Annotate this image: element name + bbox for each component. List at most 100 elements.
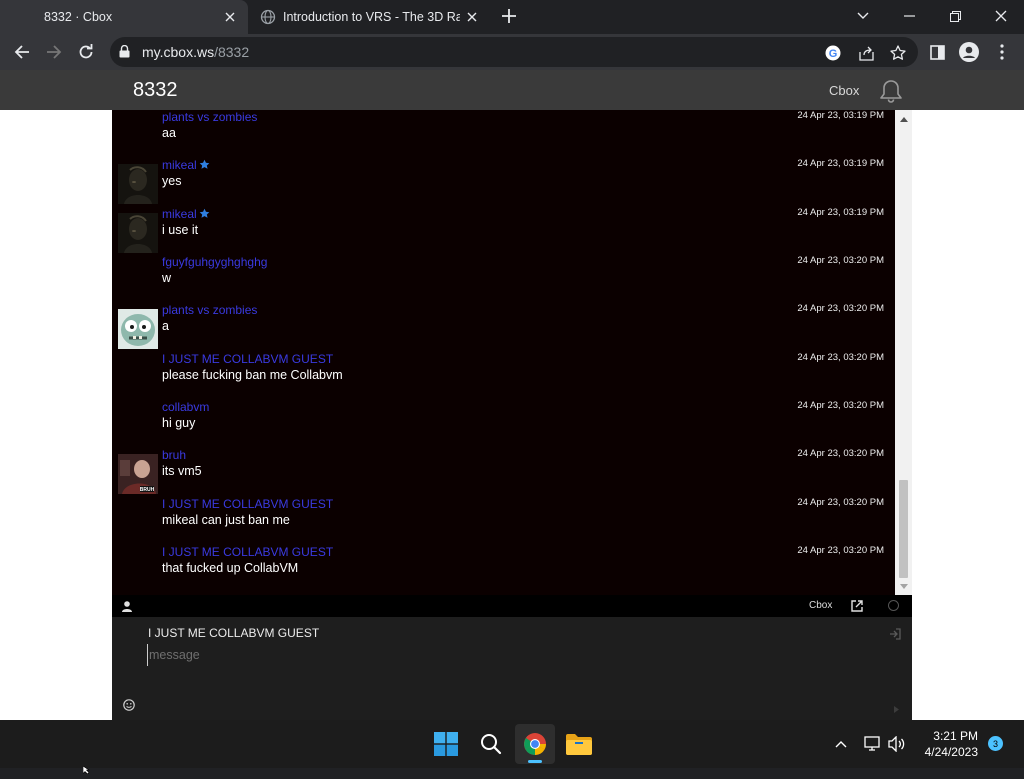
tab-cbox[interactable]: 8332 · Cbox: [0, 0, 248, 34]
message-author[interactable]: mikeal: [162, 158, 210, 172]
user-icon[interactable]: [122, 599, 132, 617]
tab-title: Introduction to VRS - The 3D Rac: [283, 10, 460, 24]
scroll-down-arrow-icon[interactable]: [895, 579, 912, 593]
message-text: hi guy: [162, 416, 196, 430]
chrome-icon: [524, 733, 546, 755]
bookmark-star-icon[interactable]: [888, 43, 908, 63]
message-author[interactable]: mikeal: [162, 207, 210, 221]
author-name[interactable]: I JUST ME COLLABVM GUEST: [162, 352, 333, 366]
author-name[interactable]: fguyfguhgyghghghg: [162, 255, 267, 269]
author-name[interactable]: bruh: [162, 448, 186, 462]
site-header: 8332 Cbox: [0, 70, 1024, 110]
message-text: yes: [162, 174, 182, 188]
message-timestamp: 24 Apr 23, 03:19 PM: [797, 158, 884, 169]
file-explorer-button[interactable]: [559, 724, 599, 764]
message-list[interactable]: plants vs zombies 24 Apr 23, 03:19 PM aa mi…: [112, 110, 895, 595]
cbox-brand-link[interactable]: Cbox: [809, 600, 832, 611]
message-text: w: [162, 271, 172, 285]
network-icon[interactable]: [862, 734, 882, 754]
send-arrow-icon[interactable]: [894, 700, 899, 718]
author-name[interactable]: I JUST ME COLLABVM GUEST: [162, 497, 333, 511]
emoji-icon[interactable]: [123, 698, 135, 716]
message-row: I JUST ME COLLABVM GUEST 24 Apr 23, 03:20…: [112, 352, 895, 398]
new-tab-button[interactable]: [498, 5, 520, 27]
avatar[interactable]: BRUH: [118, 454, 158, 494]
svg-text:G: G: [829, 48, 838, 60]
message-text: please fucking ban me Collabvm: [162, 368, 343, 382]
popout-icon[interactable]: [851, 599, 863, 617]
message-author[interactable]: I JUST ME COLLABVM GUEST: [162, 352, 333, 366]
chat-box: plants vs zombies 24 Apr 23, 03:19 PM aa mi…: [112, 110, 912, 720]
scroll-up-arrow-icon[interactable]: [895, 112, 912, 126]
reload-button[interactable]: [74, 40, 98, 64]
cbox-link[interactable]: Cbox: [829, 83, 859, 98]
avatar[interactable]: [118, 164, 158, 204]
author-name[interactable]: plants vs zombies: [162, 303, 257, 317]
google-icon[interactable]: G: [823, 43, 843, 63]
message-author[interactable]: I JUST ME COLLABVM GUEST: [162, 497, 333, 511]
message-author[interactable]: fguyfguhgyghghghg: [162, 255, 267, 269]
page-title: 8332: [133, 79, 178, 101]
tray-chevron-icon[interactable]: [831, 734, 851, 754]
taskbar-clock[interactable]: 3:21 PM 4/24/2023: [908, 728, 978, 760]
author-name[interactable]: mikeal: [162, 158, 197, 172]
volume-icon[interactable]: [887, 734, 907, 754]
url-text: my.cbox.ws/8332: [142, 44, 250, 60]
tab-title: 8332 · Cbox: [44, 10, 113, 24]
message-row: mikeal 24 Apr 23, 03:19 PM i use it: [112, 207, 895, 253]
back-button[interactable]: [10, 40, 34, 64]
close-window-button[interactable]: [978, 0, 1024, 32]
profile-icon[interactable]: [958, 41, 980, 63]
message-row: mikeal 24 Apr 23, 03:19 PM yes: [112, 158, 895, 204]
search-button[interactable]: [471, 724, 511, 764]
message-row: I JUST ME COLLABVM GUEST 24 Apr 23, 03:20…: [112, 497, 895, 543]
username-label[interactable]: I JUST ME COLLABVM GUEST: [148, 626, 319, 640]
author-name[interactable]: I JUST ME COLLABVM GUEST: [162, 545, 333, 559]
author-name[interactable]: mikeal: [162, 207, 197, 221]
message-timestamp: 24 Apr 23, 03:20 PM: [797, 400, 884, 411]
message-input[interactable]: [147, 644, 847, 666]
avatar[interactable]: [118, 213, 158, 253]
restore-button[interactable]: [932, 0, 978, 32]
message-timestamp: 24 Apr 23, 03:20 PM: [797, 545, 884, 556]
message-author[interactable]: collabvm: [162, 400, 209, 414]
tab-vrs[interactable]: Introduction to VRS - The 3D Rac: [250, 0, 490, 34]
chrome-taskbar-button[interactable]: [515, 724, 555, 764]
clock-date: 4/24/2023: [924, 745, 978, 759]
login-icon[interactable]: [889, 627, 901, 645]
taskbar: 3:21 PM 4/24/2023 3: [0, 720, 1024, 768]
author-name[interactable]: collabvm: [162, 400, 209, 414]
bell-icon[interactable]: [878, 78, 904, 109]
message-timestamp: 24 Apr 23, 03:20 PM: [797, 352, 884, 363]
close-tab-icon[interactable]: [218, 5, 242, 29]
side-panel-icon[interactable]: [926, 41, 948, 63]
svg-text:BRUH: BRUH: [140, 487, 155, 493]
message-author[interactable]: I JUST ME COLLABVM GUEST: [162, 545, 333, 559]
message-row: BRUH bruh 24 Apr 23, 03:20 PM its vm5: [112, 448, 895, 494]
message-author[interactable]: bruh: [162, 448, 186, 462]
message-timestamp: 24 Apr 23, 03:20 PM: [797, 303, 884, 314]
start-button[interactable]: [426, 724, 466, 764]
tab-search-icon[interactable]: [840, 0, 886, 32]
lock-icon[interactable]: [119, 44, 130, 63]
message-row: fguyfguhgyghghghg 24 Apr 23, 03:20 PM w: [112, 255, 895, 301]
menu-icon[interactable]: [991, 41, 1013, 63]
minimize-button[interactable]: [886, 0, 932, 32]
author-name[interactable]: plants vs zombies: [162, 110, 257, 124]
folder-icon: [566, 734, 592, 755]
message-timestamp: 24 Apr 23, 03:20 PM: [797, 448, 884, 459]
verified-star-icon: [197, 158, 210, 172]
share-icon[interactable]: [856, 43, 876, 63]
message-author[interactable]: plants vs zombies: [162, 303, 257, 317]
avatar[interactable]: [118, 309, 158, 349]
verified-star-icon: [197, 207, 210, 221]
forward-button[interactable]: [42, 40, 66, 64]
chat-scrollbar[interactable]: [895, 110, 912, 595]
message-timestamp: 24 Apr 23, 03:19 PM: [797, 207, 884, 218]
message-row: I JUST ME COLLABVM GUEST 24 Apr 23, 03:20…: [112, 545, 895, 591]
notification-badge[interactable]: 3: [988, 736, 1003, 751]
close-tab-icon[interactable]: [460, 5, 484, 29]
scrollbar-thumb[interactable]: [899, 480, 908, 578]
address-bar[interactable]: my.cbox.ws/8332 G: [110, 37, 918, 67]
message-author[interactable]: plants vs zombies: [162, 110, 257, 124]
